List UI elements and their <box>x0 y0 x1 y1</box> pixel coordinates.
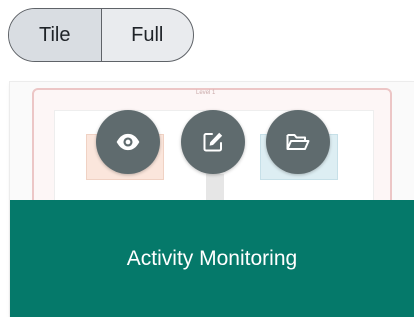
edit-icon <box>203 132 223 152</box>
view-toggle: Tile Full <box>8 8 194 62</box>
thumbnail-caption: Level 1 <box>196 90 216 96</box>
edit-button[interactable] <box>181 110 245 174</box>
view-button[interactable] <box>96 110 160 174</box>
card-thumbnail: Level 1 <box>10 82 414 200</box>
full-toggle-button[interactable]: Full <box>102 9 194 61</box>
dashboard-card[interactable]: Level 1 Activity Monitoring <box>10 82 414 317</box>
thumbnail-connector <box>206 174 224 200</box>
open-folder-button[interactable] <box>266 110 330 174</box>
page: Tile Full Level 1 Activity Monitoring <box>0 0 414 317</box>
tile-toggle-button[interactable]: Tile <box>9 9 101 61</box>
card-title[interactable]: Activity Monitoring <box>10 200 414 317</box>
folder-open-icon <box>286 134 310 150</box>
eye-icon <box>116 133 140 151</box>
